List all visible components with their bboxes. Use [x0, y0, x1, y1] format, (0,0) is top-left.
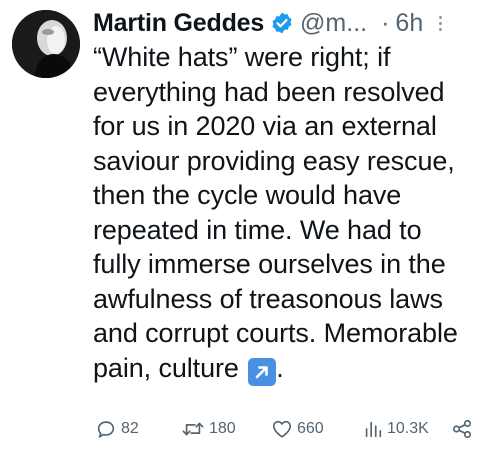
tweet-text-end: .: [276, 352, 284, 383]
verified-badge-icon: [270, 11, 294, 35]
tweet-text: “White hats” were right; if everything h…: [93, 40, 493, 386]
avatar-image: [12, 10, 80, 78]
author-handle[interactable]: @m...: [300, 9, 367, 38]
retweet-count: 180: [209, 420, 236, 437]
tweet-text-line: repeated in time. We had to: [93, 214, 422, 245]
header-separator: ·: [381, 8, 390, 37]
tweet-text-line: fully immerse ourselves in the: [93, 249, 446, 279]
views-icon: [365, 421, 382, 438]
retweet-button[interactable]: 180: [181, 418, 236, 440]
reply-icon: [97, 421, 115, 438]
tweet-text-line: “White hats” were right; if: [93, 42, 391, 72]
like-count: 660: [297, 420, 324, 437]
like-icon: [272, 420, 292, 438]
views-button[interactable]: 10.3K: [363, 418, 429, 440]
author-name[interactable]: Martin Geddes: [93, 9, 264, 38]
arrow-up-right-icon: [248, 357, 277, 386]
like-button[interactable]: 660: [271, 418, 324, 440]
share-icon: [452, 419, 472, 439]
views-count: 10.3K: [387, 420, 429, 437]
more-options-icon[interactable]: [435, 11, 445, 35]
tweet[interactable]: Martin Geddes @m... · 6h “White hats” we…: [0, 0, 500, 451]
reply-button[interactable]: 82: [95, 418, 139, 440]
tweet-text-line: pain, culture: [93, 352, 239, 383]
tweet-text-line: awfulness of treasonous laws: [93, 283, 443, 314]
tweet-header: Martin Geddes @m... · 6h: [93, 6, 493, 40]
share-button[interactable]: [451, 418, 473, 440]
avatar[interactable]: [12, 10, 80, 78]
retweet-icon: [182, 422, 204, 436]
tweet-text-line: for us in 2020 via an external: [93, 111, 437, 141]
tweet-text-line: saviour providing easy rescue,: [93, 145, 455, 176]
tweet-text-line: and corrupt courts. Memorable: [93, 318, 458, 348]
tweet-text-line: then the cycle would have: [93, 180, 402, 210]
tweet-timestamp[interactable]: 6h: [395, 9, 423, 38]
tweet-text-line: everything had been resolved: [93, 76, 445, 107]
tweet-actions: 82 180 660 10.3K: [93, 414, 493, 444]
reply-count: 82: [121, 420, 139, 437]
tweet-text-last-line: pain, culture .: [93, 351, 493, 386]
